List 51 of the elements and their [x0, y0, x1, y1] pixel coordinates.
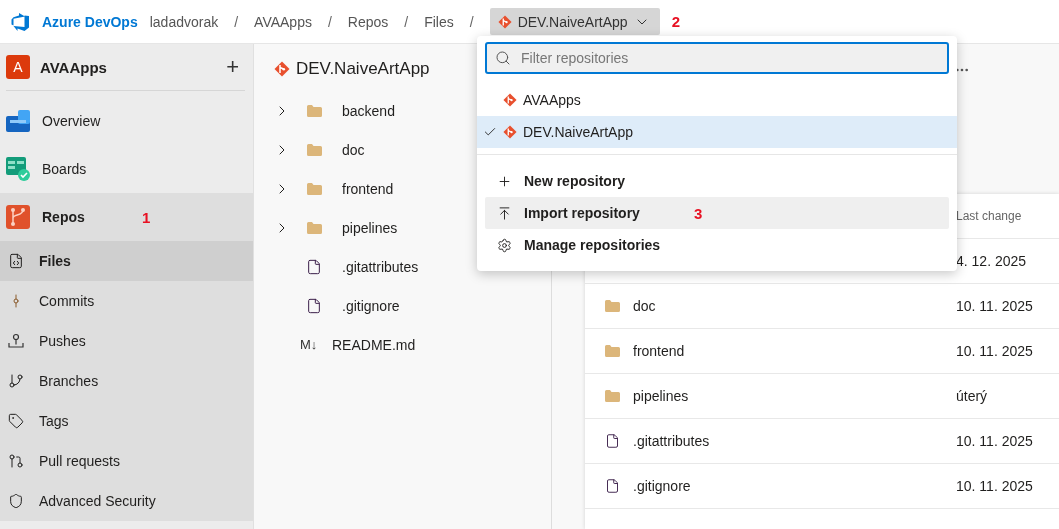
tree-item[interactable]: frontend	[342, 180, 394, 197]
nav-item[interactable]: Commits	[0, 281, 253, 321]
last-change-date: 4. 12. 2025	[956, 253, 1027, 269]
last-change-date: úterý	[956, 388, 988, 404]
markdown-label: M↓	[300, 337, 319, 352]
breadcrumb-separator: /	[469, 13, 474, 30]
tree-item[interactable]: pipelines	[342, 219, 398, 236]
last-change-date: 10. 11. 2025	[956, 343, 1033, 359]
breadcrumb-separator: /	[234, 13, 239, 30]
breadcrumb-link[interactable]: Files	[424, 13, 454, 30]
nav-item[interactable]: Advanced Security	[0, 481, 253, 521]
tree-item[interactable]: doc	[342, 141, 365, 158]
tree-item[interactable]: .gitattributes	[342, 258, 419, 275]
file-name[interactable]: doc	[633, 298, 656, 314]
breadcrumb-link[interactable]: Repos	[347, 13, 389, 30]
file-name[interactable]: pipelines	[633, 388, 689, 404]
nav-hub-item[interactable]: Boards	[0, 145, 253, 193]
product-name[interactable]: Azure DevOps	[42, 13, 138, 30]
annotation-number: 1	[142, 208, 151, 226]
last-change-date: 10. 11. 2025	[956, 298, 1033, 314]
breadcrumb-separator: /	[404, 13, 409, 30]
file-name[interactable]: .gitattributes	[633, 433, 710, 449]
tree-item[interactable]: README.md	[332, 336, 416, 353]
column-header[interactable]: Last change	[956, 209, 1022, 223]
nav-hub-item[interactable]: Repos 1	[0, 193, 253, 241]
file-name[interactable]: .gitignore	[633, 478, 691, 494]
breadcrumb-link[interactable]: AVAApps	[254, 13, 312, 30]
nav-item[interactable]: Tags	[0, 401, 253, 441]
repo-option[interactable]: AVAApps	[477, 84, 957, 116]
nav-item[interactable]: Pushes	[0, 321, 253, 361]
last-change-date: 10. 11. 2025	[956, 433, 1033, 449]
annotation-number: 2	[671, 13, 680, 30]
nav-item[interactable]: Branches	[0, 361, 253, 401]
menu-action[interactable]: Import repository 3	[485, 197, 949, 229]
menu-action[interactable]: New repository	[485, 165, 949, 197]
tree-item[interactable]: backend	[342, 102, 395, 119]
menu-action[interactable]: Manage repositories	[485, 229, 949, 261]
nav-item[interactable]: Files	[0, 241, 253, 281]
nav-hub-item[interactable]: Overview	[0, 97, 253, 145]
nav-item[interactable]: Pull requests	[0, 441, 253, 481]
add-button[interactable]: +	[220, 56, 245, 78]
repo-option[interactable]: DEV.NaiveArtApp	[477, 116, 957, 148]
breadcrumb-separator: /	[327, 13, 332, 30]
annotation-number: 3	[694, 204, 703, 222]
repo-picker[interactable]: DEV.NaiveArtApp	[489, 8, 660, 35]
file-name[interactable]: frontend	[633, 343, 685, 359]
tree-item[interactable]: .gitignore	[342, 297, 400, 314]
breadcrumb-link[interactable]: ladadvorak	[149, 13, 219, 30]
project-avatar: A	[6, 55, 30, 79]
project-name: AVAApps	[40, 58, 108, 76]
last-change-date: 10. 11. 2025	[956, 478, 1033, 494]
